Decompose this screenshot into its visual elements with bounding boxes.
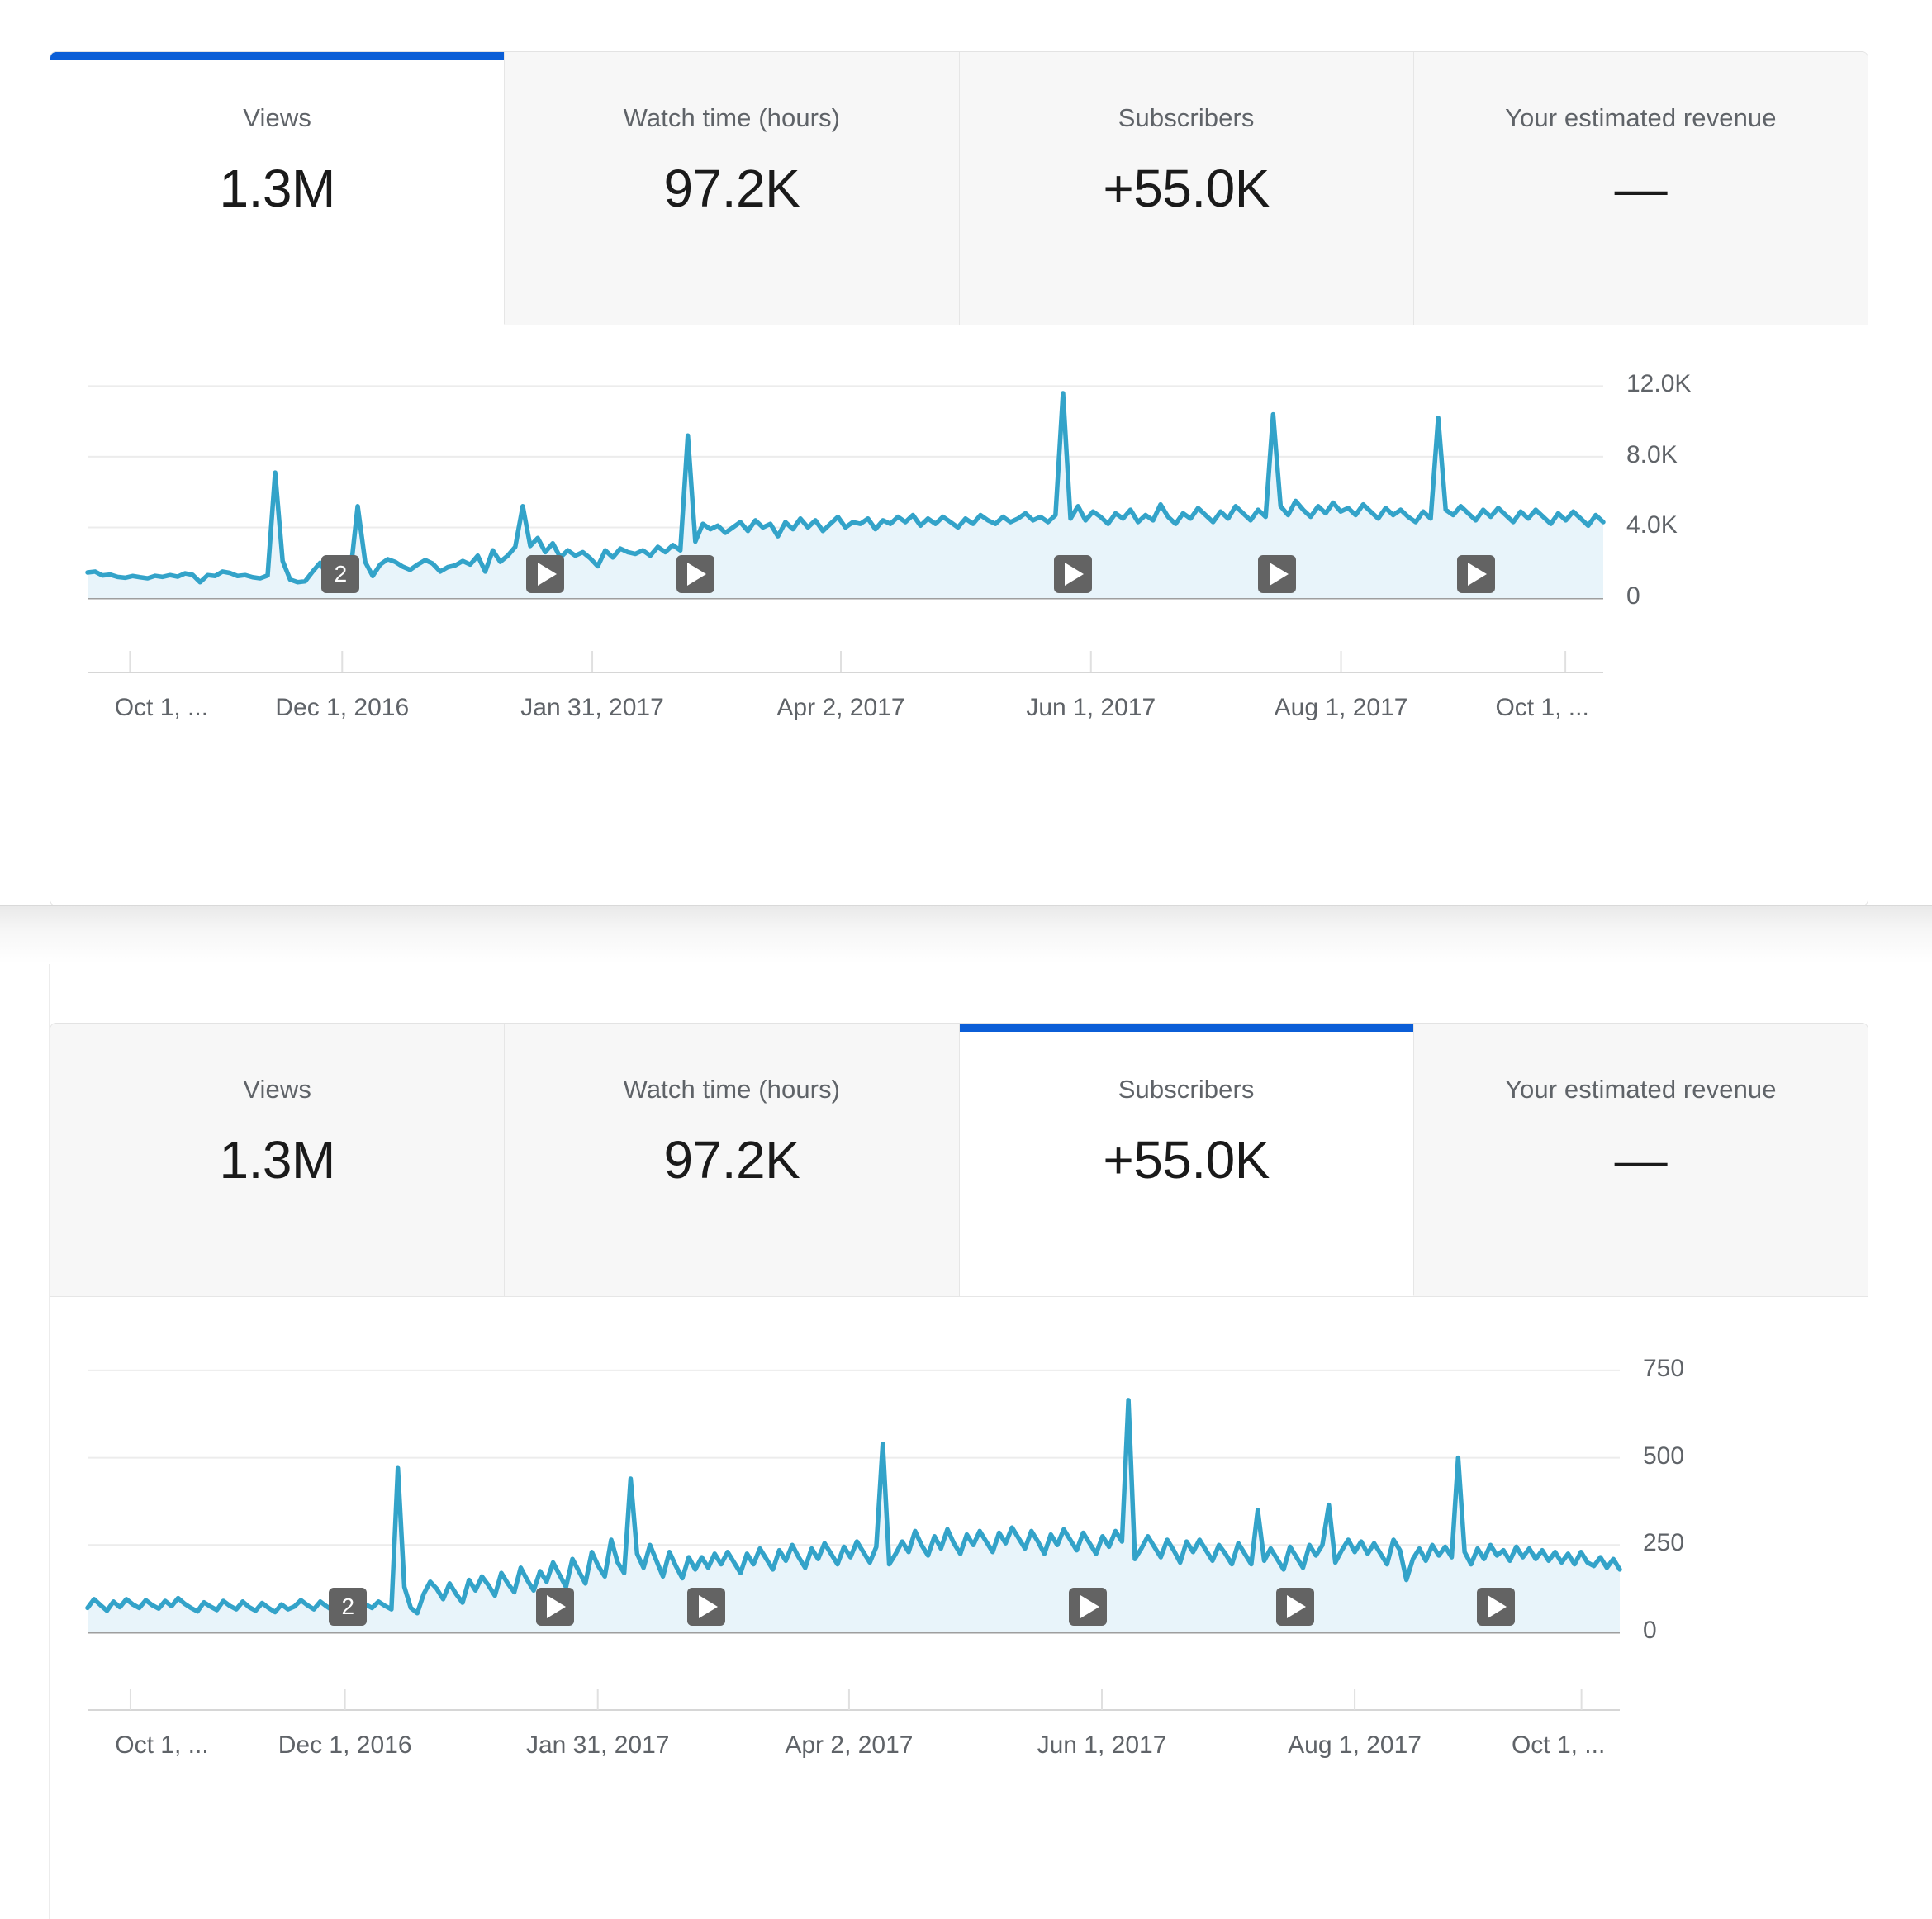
tab-subscribers-2[interactable]: Subscribers +55.0K [959,1024,1414,1296]
video-play-marker[interactable] [1456,555,1495,593]
tab-estimated-revenue-value-2: — [1614,1130,1668,1190]
video-play-marker[interactable] [1069,1588,1108,1626]
tab-subscribers[interactable]: Subscribers +55.0K [959,52,1414,325]
video-play-marker[interactable] [687,1588,726,1626]
video-play-marker[interactable] [535,1588,574,1626]
tab-watch-time-value-2: 97.2K [663,1130,800,1190]
x-axis-tick-label: Dec 1, 2016 [275,694,410,721]
tab-views-value: 1.3M [219,159,335,218]
play-icon [698,1595,718,1618]
tab-estimated-revenue-label-2: Your estimated revenue [1505,1075,1777,1104]
views-chart: 0 4.0K 8.0K 12.0K Oct 1, ... Dec 1, 2016 Jan 3… [50,325,1868,905]
views-metric-card: Views 1.3M Watch time (hours) 97.2K Subs… [50,51,1868,906]
x-axis-tick-label: Aug 1, 2017 [1288,1731,1422,1759]
video-group-marker-count: 2 [341,1594,355,1619]
y-axis-tick-label: 8.0K [1626,440,1678,468]
play-icon [1468,563,1488,586]
y-axis-tick-label: 750 [1643,1354,1685,1382]
tab-subscribers-label: Subscribers [1118,103,1255,132]
tab-views-label: Views [243,103,311,132]
video-group-marker-count: 2 [334,561,348,587]
x-axis-tick-label: Dec 1, 2016 [278,1731,412,1759]
x-axis-tick-label: Aug 1, 2017 [1274,694,1408,721]
tab-views-value-2: 1.3M [219,1130,335,1190]
tab-subscribers-value-2: +55.0K [1103,1130,1270,1190]
y-axis-tick-label: 500 [1643,1442,1685,1470]
tab-estimated-revenue-label: Your estimated revenue [1505,103,1777,132]
play-icon [1080,1595,1099,1618]
views-chart-plot [50,385,1868,673]
tab-estimated-revenue[interactable]: Your estimated revenue — [1413,52,1868,325]
x-axis-tick-label: Oct 1, ... [1511,1731,1606,1759]
tab-estimated-revenue-value: — [1614,159,1668,218]
analytics-page: Views 1.3M Watch time (hours) 97.2K Subs… [0,0,1932,1919]
x-axis-tick-label: Oct 1, ... [115,1731,209,1759]
play-icon [537,563,557,586]
play-icon [1269,563,1289,586]
y-axis-tick-label: 4.0K [1626,511,1678,539]
y-axis-tick-label: 0 [1626,582,1640,610]
y-axis-tick-label: 0 [1643,1617,1657,1644]
tab-watch-time[interactable]: Watch time (hours) 97.2K [505,52,960,325]
video-play-marker[interactable] [1053,555,1092,593]
metric-tab-strip-bottom: Views 1.3M Watch time (hours) 97.2K Subs… [50,1024,1868,1297]
y-axis-tick-label: 250 [1643,1529,1685,1557]
play-icon [1488,1595,1507,1618]
tab-watch-time-value: 97.2K [663,159,800,218]
x-axis-tick-label: Jun 1, 2017 [1037,1731,1167,1759]
x-axis-tick-label: Apr 2, 2017 [785,1731,914,1759]
tab-estimated-revenue-2[interactable]: Your estimated revenue — [1413,1024,1868,1296]
tab-views-label-2: Views [243,1075,311,1104]
subscribers-chart-plot [50,1369,1868,1711]
y-axis-tick-label: 12.0K [1626,370,1692,398]
x-axis-tick-label: Jun 1, 2017 [1026,694,1156,721]
tab-watch-time-label: Watch time (hours) [623,103,841,132]
x-axis-tick-label: Oct 1, ... [114,694,209,721]
tab-views[interactable]: Views 1.3M [50,52,506,325]
video-group-marker[interactable]: 2 [321,555,360,593]
video-play-marker[interactable] [1258,555,1297,593]
play-icon [1065,563,1085,586]
tab-subscribers-value: +55.0K [1103,159,1270,218]
screenshot-seam-shadow [0,906,1932,964]
x-axis-tick-label: Jan 31, 2017 [520,694,664,721]
subscribers-metric-card: Views 1.3M Watch time (hours) 97.2K Subs… [50,1023,1868,1919]
tab-views-2[interactable]: Views 1.3M [50,1024,506,1296]
tab-subscribers-label-2: Subscribers [1118,1075,1255,1104]
video-group-marker[interactable]: 2 [329,1588,368,1626]
video-play-marker[interactable] [1476,1588,1515,1626]
tab-watch-time-label-2: Watch time (hours) [623,1075,841,1104]
video-play-marker[interactable] [1275,1588,1314,1626]
subscribers-chart: 0 250 500 750 Oct 1, ... Dec 1, 2016 Jan 31, 2… [50,1297,1868,1919]
play-icon [547,1595,567,1618]
play-icon [1287,1595,1307,1618]
video-play-marker[interactable] [676,555,714,593]
metric-tab-strip-top: Views 1.3M Watch time (hours) 97.2K Subs… [50,52,1868,325]
x-axis-tick-label: Jan 31, 2017 [525,1731,670,1759]
play-icon [687,563,707,586]
x-axis-tick-label: Apr 2, 2017 [776,694,905,721]
tab-watch-time-2[interactable]: Watch time (hours) 97.2K [505,1024,960,1296]
video-play-marker[interactable] [526,555,565,593]
x-axis-tick-label: Oct 1, ... [1495,694,1589,721]
